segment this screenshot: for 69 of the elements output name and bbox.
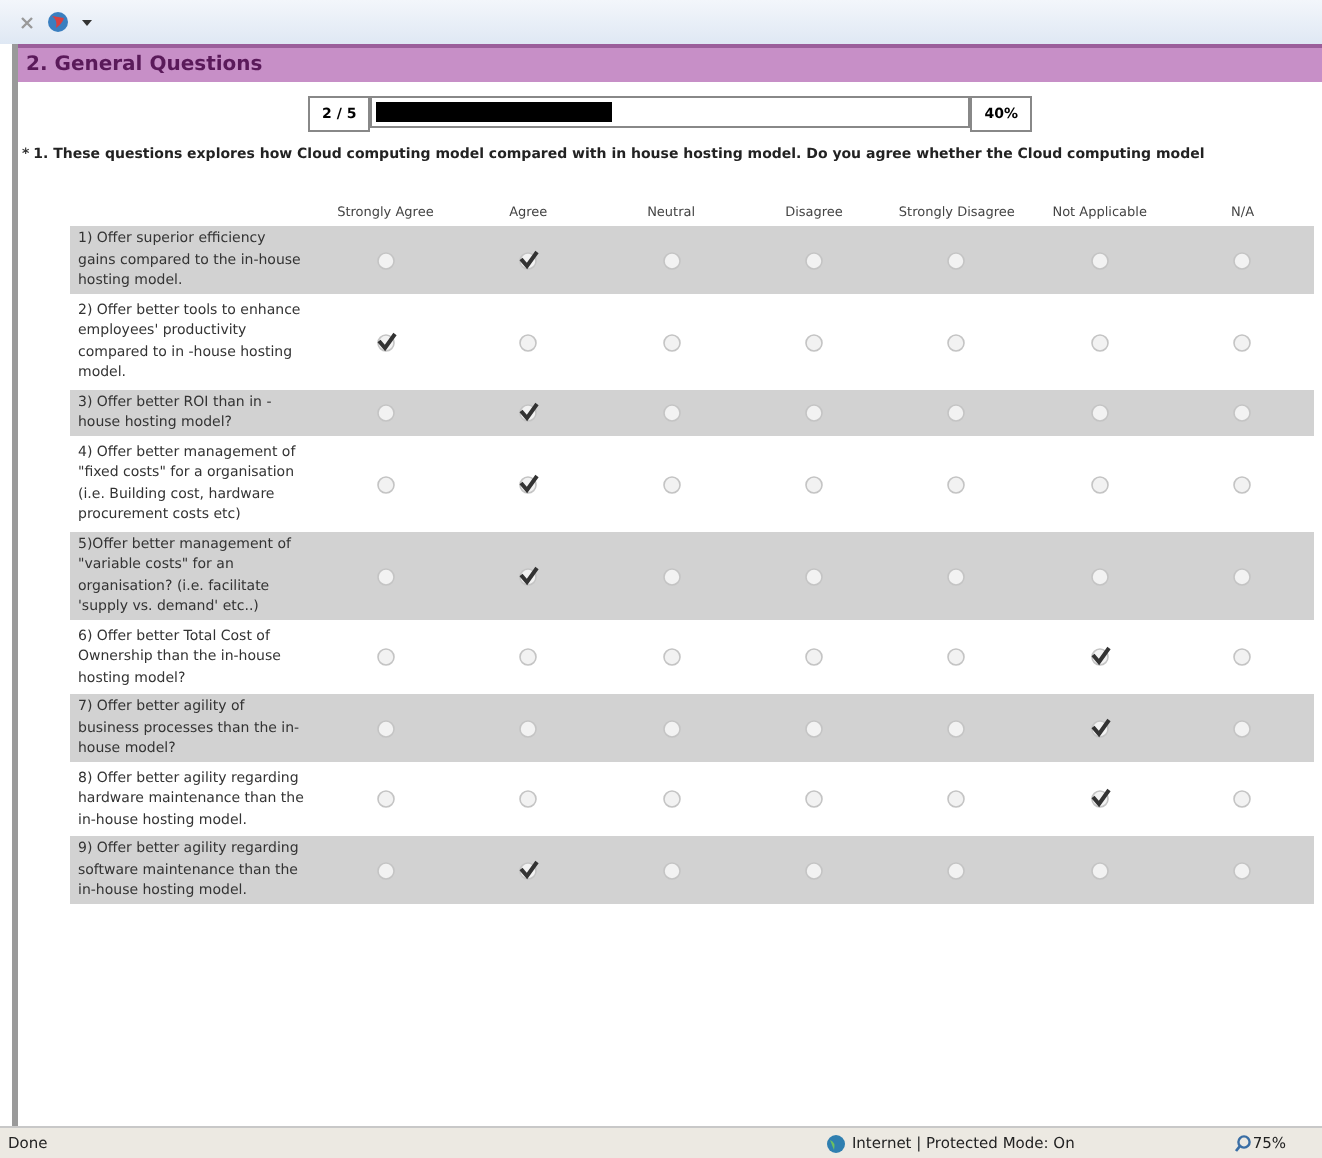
- radio-button[interactable]: [801, 563, 826, 587]
- radio-button[interactable]: [659, 563, 684, 587]
- globe-icon: [825, 1133, 846, 1153]
- radio-button[interactable]: [516, 715, 541, 740]
- radio-button[interactable]: [801, 400, 826, 424]
- radio-button[interactable]: [801, 329, 826, 353]
- radio-button[interactable]: [944, 857, 969, 882]
- radio-button[interactable]: [1230, 563, 1255, 587]
- radio-button[interactable]: [944, 400, 969, 424]
- radio-button[interactable]: [373, 400, 398, 424]
- radio-button[interactable]: [373, 715, 398, 740]
- radio-button[interactable]: [659, 247, 684, 272]
- caret-icon[interactable]: [82, 19, 92, 25]
- radio-button[interactable]: [1230, 471, 1255, 495]
- radio-button[interactable]: [659, 400, 684, 424]
- globe-icon[interactable]: [46, 10, 70, 34]
- radio-button[interactable]: [373, 563, 398, 587]
- radio-button[interactable]: [373, 857, 398, 882]
- checked-radio[interactable]: [1087, 786, 1112, 811]
- radio-button[interactable]: [659, 715, 684, 740]
- close-icon[interactable]: [20, 15, 34, 29]
- checked-radio[interactable]: [516, 400, 541, 424]
- radio-button[interactable]: [801, 857, 826, 882]
- radio-button[interactable]: [516, 786, 541, 811]
- radio-button[interactable]: [1087, 471, 1112, 495]
- radio-button[interactable]: [659, 471, 684, 495]
- radio-button[interactable]: [1087, 857, 1112, 882]
- radio-button[interactable]: [1087, 563, 1112, 587]
- radio-button[interactable]: [801, 471, 826, 495]
- radio-button[interactable]: [801, 715, 826, 740]
- radio-button[interactable]: [373, 471, 398, 495]
- magnifier-icon[interactable]: [1234, 1134, 1253, 1152]
- radio-button[interactable]: [944, 329, 969, 353]
- radio-button[interactable]: [1087, 400, 1112, 424]
- radio-button[interactable]: [516, 329, 541, 353]
- radio-button[interactable]: [373, 644, 398, 669]
- radio-button[interactable]: [373, 786, 398, 811]
- radio-button[interactable]: [659, 786, 684, 811]
- radio-button[interactable]: [659, 857, 684, 882]
- radio-button[interactable]: [944, 471, 969, 495]
- radio-button[interactable]: [801, 786, 826, 811]
- checked-radio[interactable]: [516, 247, 541, 272]
- checked-radio[interactable]: [516, 857, 541, 882]
- radio-button[interactable]: [801, 644, 826, 669]
- radio-button[interactable]: [516, 644, 541, 669]
- radio-button[interactable]: [1230, 400, 1255, 424]
- radio-button[interactable]: [944, 644, 969, 669]
- radio-button[interactable]: [944, 715, 969, 740]
- radio-button[interactable]: [1230, 857, 1255, 882]
- radio-button[interactable]: [373, 247, 398, 272]
- radio-button[interactable]: [1230, 644, 1255, 669]
- radio-button[interactable]: [944, 247, 969, 272]
- radio-button[interactable]: [1087, 247, 1112, 272]
- radio-button[interactable]: [944, 563, 969, 587]
- radio-button[interactable]: [1230, 247, 1255, 272]
- section-title: 2. General Questions: [18, 44, 1322, 82]
- checked-radio[interactable]: [516, 563, 541, 587]
- radio-button[interactable]: [801, 247, 826, 272]
- checked-radio[interactable]: [373, 329, 398, 353]
- checked-radio[interactable]: [516, 471, 541, 495]
- radio-button[interactable]: [659, 644, 684, 669]
- radio-button[interactable]: [1230, 786, 1255, 811]
- radio-button[interactable]: [1087, 329, 1112, 353]
- checked-radio[interactable]: [1087, 715, 1112, 740]
- radio-button[interactable]: [944, 786, 969, 811]
- radio-button[interactable]: [1230, 329, 1255, 353]
- checked-radio[interactable]: [1087, 644, 1112, 669]
- radio-button[interactable]: [659, 329, 684, 353]
- radio-button[interactable]: [1230, 715, 1255, 740]
